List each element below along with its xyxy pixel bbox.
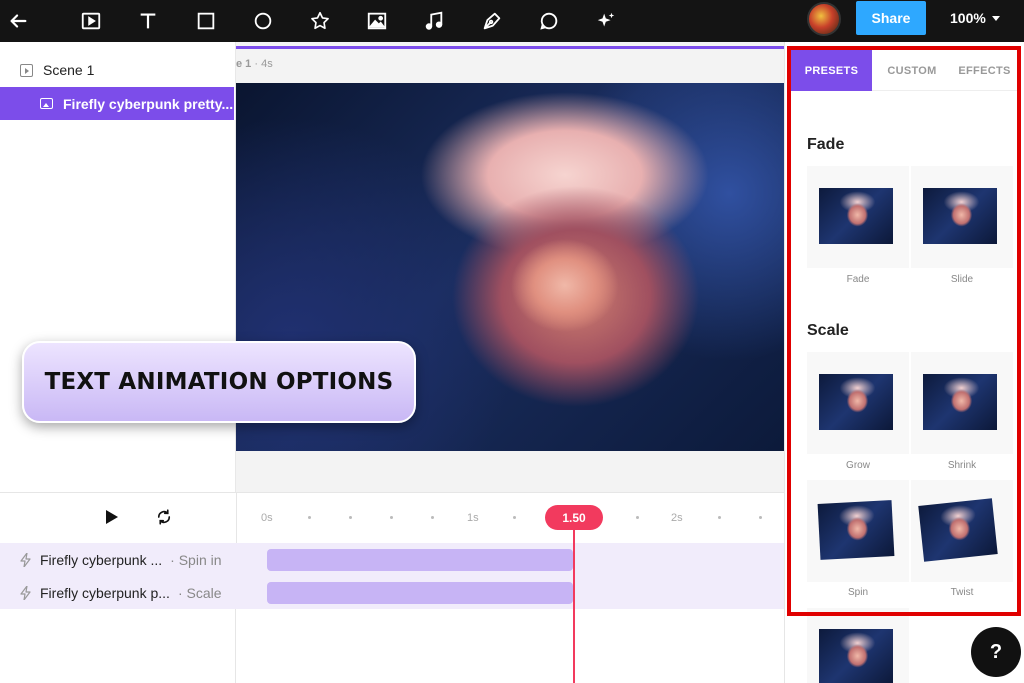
tick-label: 1s [467,512,479,524]
tick-dot [349,516,352,519]
top-toolbar: Share 100% [0,0,1024,42]
callout-banner: TEXT ANIMATION OPTIONS [22,341,416,423]
timeline-clip[interactable] [267,582,573,604]
preset-label: Fade [846,274,870,285]
preset-grow[interactable] [807,352,909,454]
preset-more[interactable] [807,608,909,683]
circle-icon[interactable] [247,5,279,37]
tick-dot [308,516,311,519]
timeline-track[interactable]: Firefly cyberpunk ... · Spin in [0,543,784,576]
tick-dot [513,516,516,519]
layer-label: Firefly cyberpunk pretty... [63,95,234,112]
track-label: Firefly cyberpunk ... · Spin in [20,543,222,576]
callout-text: TEXT ANIMATION OPTIONS [44,369,394,395]
track-name: Firefly cyberpunk ... [40,551,163,568]
tick-dot [390,516,393,519]
text-icon[interactable] [132,5,164,37]
preset-twist[interactable] [911,480,1013,582]
comment-icon[interactable] [533,5,565,37]
bolt-icon [20,552,31,567]
layers-panel: Scene 1 Firefly cyberpunk pretty... [0,42,236,492]
section-title-scale: Scale [807,322,849,339]
preset-label: Shrink [947,460,977,471]
user-avatar[interactable] [807,2,841,36]
preset-label: Spin [847,587,868,598]
layer-item-selected[interactable]: Firefly cyberpunk pretty... [0,87,234,120]
tick-label: 2s [671,512,683,524]
scene-tag: e 1 · 4s [236,58,273,70]
zoom-value: 100% [950,10,986,26]
preset-thumbnail [819,374,893,430]
preset-shrink[interactable] [911,352,1013,454]
back-arrow-icon[interactable] [2,5,34,37]
preset-thumbnail [817,500,895,560]
zoom-dropdown[interactable]: 100% [950,10,1000,26]
preset-thumbnail [918,498,998,562]
chevron-down-icon [991,15,1000,21]
share-button[interactable]: Share [856,1,926,35]
track-name: Firefly cyberpunk p... [40,584,170,601]
scene-progress-bar [236,46,784,49]
loop-icon[interactable] [155,508,173,526]
video-icon[interactable] [75,5,107,37]
tick-dot [636,516,639,519]
image-layer-icon [40,98,53,109]
preset-fade[interactable] [807,166,909,268]
timeline-clip[interactable] [267,549,573,571]
scene-icon [20,63,33,77]
tick-label: 0s [261,512,273,524]
timeline-ruler[interactable]: 0s 1s 2s [236,493,784,543]
playhead-line[interactable] [573,530,575,683]
animation-tabs: PRESETS CUSTOM EFFECTS [791,50,1017,91]
preset-slide[interactable] [911,166,1013,268]
scene-label: Scene 1 [43,62,95,78]
tab-presets[interactable]: PRESETS [791,50,872,91]
tick-dot [759,516,762,519]
music-icon[interactable] [418,5,450,37]
preset-label: Twist [950,587,974,598]
preset-spin[interactable] [807,480,909,582]
preset-thumbnail [923,188,997,244]
pen-icon[interactable] [476,5,508,37]
timeline-track[interactable]: Firefly cyberpunk p... · Scale [0,576,784,609]
play-icon[interactable] [106,510,118,524]
canvas-footer [236,451,784,492]
tab-custom[interactable]: CUSTOM [872,50,952,91]
bolt-icon [20,585,31,600]
track-animation: · Scale [177,584,222,601]
track-animation: · Spin in [170,551,222,568]
preset-label: Grow [846,460,870,471]
preset-thumbnail [819,188,893,244]
rectangle-icon[interactable] [190,5,222,37]
canvas-area: e 1 · 4s [236,42,784,492]
preset-thumbnail [923,374,997,430]
star-icon[interactable] [304,5,336,37]
tick-dot [431,516,434,519]
sparkle-icon[interactable] [590,5,622,37]
timeline: 0s 1s 2s Firefly cyberpunk ... · Spin in… [0,492,784,683]
scene-item[interactable]: Scene 1 [0,54,236,86]
timeline-controls [0,493,236,543]
section-title-fade: Fade [807,136,845,153]
help-button[interactable]: ? [971,627,1021,677]
track-label: Firefly cyberpunk p... · Scale [20,576,222,609]
preset-label: Slide [950,274,974,285]
tick-dot [718,516,721,519]
playhead-time[interactable]: 1.50 [545,505,603,530]
preset-thumbnail [819,629,893,683]
tab-effects[interactable]: EFFECTS [952,50,1017,91]
image-icon[interactable] [361,5,393,37]
